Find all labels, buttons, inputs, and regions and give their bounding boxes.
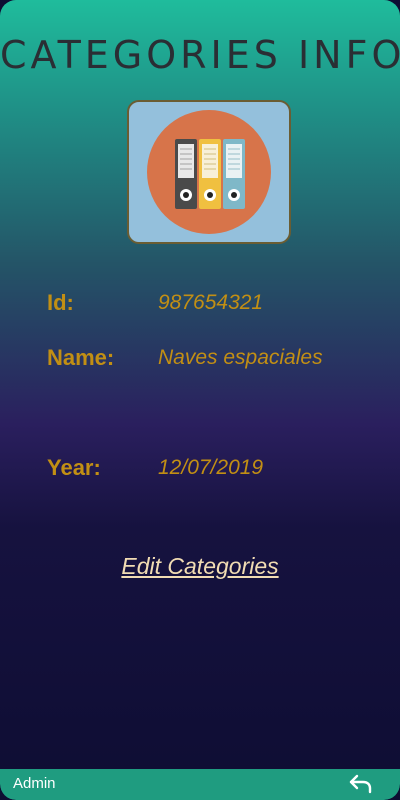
id-value: 987654321	[158, 291, 264, 314]
year-value: 12/07/2019	[158, 456, 264, 479]
user-label: Admin	[13, 775, 56, 792]
edit-categories-link[interactable]: Edit Categories	[0, 553, 400, 580]
name-label: Name:	[47, 345, 115, 370]
category-info-screen: CATEGORIES INFO Id: 987654321 Name: Nave…	[0, 0, 400, 800]
name-value: Naves espaciales	[158, 346, 323, 369]
bottom-bar: Admin	[0, 769, 400, 800]
binders-icon	[147, 110, 271, 234]
back-button[interactable]	[348, 773, 374, 795]
page-title: CATEGORIES INFO	[0, 33, 400, 77]
id-label: Id:	[47, 290, 74, 315]
year-label: Year:	[47, 455, 101, 480]
category-image	[127, 100, 291, 244]
undo-arrow-icon	[349, 774, 372, 794]
